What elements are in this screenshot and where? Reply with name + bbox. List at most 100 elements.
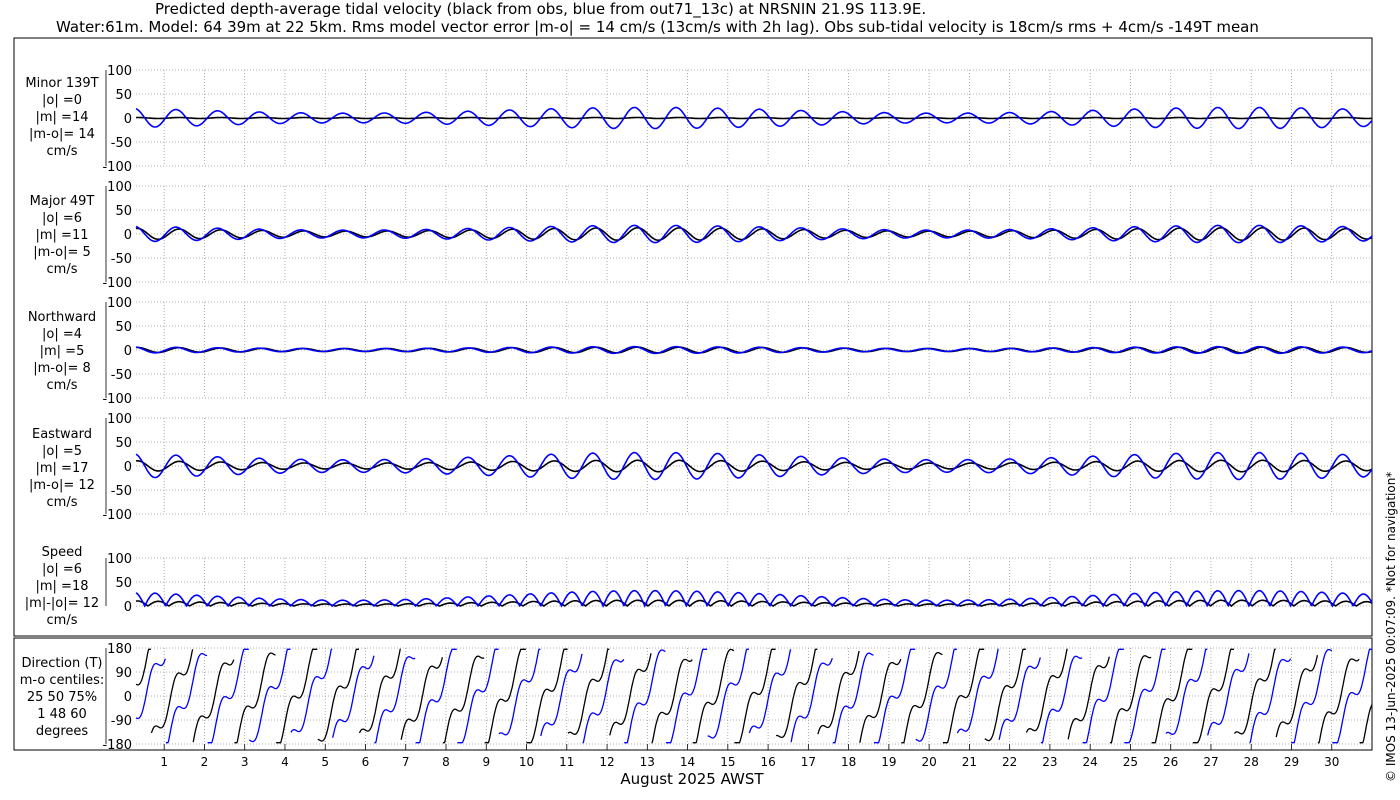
y-tick-label: 180: [107, 642, 132, 657]
upper-frame: [13, 37, 1373, 637]
major-label-line: |m| =11: [36, 228, 89, 243]
tidal-velocity-figure: -100-50050100Minor 139T|o| =0|m| =14|m-o…: [13, 37, 1373, 788]
y-tick-label: 0: [124, 112, 132, 127]
speed-label-line: Speed: [42, 545, 83, 560]
major-panel: -100 -50 0 50 100 Major 49T |o| =6 |m| =11 |m-o|…: [30, 180, 1373, 291]
northward-label-line: |m| =5: [40, 344, 85, 359]
y-tick-label: 100: [107, 296, 132, 311]
direction-panel: -180 -90 0 90 180 Direction (T) m-o centiles: 2…: [20, 642, 1373, 753]
major-label-line: cm/s: [47, 262, 78, 277]
x-tick-label: 18: [841, 755, 856, 769]
northward-label-line: cm/s: [47, 378, 78, 393]
y-tick-label: -50: [111, 484, 132, 499]
speed-label-line: |m|-|o|= 12: [25, 596, 99, 611]
northward-label-line: Northward: [28, 310, 96, 325]
direction-label-line: 1 48 60: [37, 707, 87, 722]
y-tick-label: 50: [115, 320, 132, 335]
x-axis-title: August 2025 AWST: [620, 770, 764, 788]
x-tick-label: 12: [599, 755, 614, 769]
x-tick-label: 23: [1042, 755, 1057, 769]
y-tick-label: 0: [124, 690, 132, 705]
x-tick-label: 9: [482, 755, 490, 769]
x-tick-label: 16: [760, 755, 775, 769]
direction-label-line: Direction (T): [22, 656, 103, 671]
x-tick-label: 1: [160, 755, 168, 769]
y-tick-label: -50: [111, 368, 132, 383]
x-tick-label: 14: [680, 755, 695, 769]
y-tick-label: -50: [111, 136, 132, 151]
y-tick-label: 50: [115, 576, 132, 591]
eastward-label-line: |m| =17: [36, 461, 89, 476]
y-tick-label: 100: [107, 180, 132, 195]
major-label-line: |o| =6: [42, 211, 82, 226]
direction-label-line: 25 50 75%: [27, 690, 97, 705]
y-tick-label: -180: [102, 738, 132, 753]
speed-label-line: |o| =6: [42, 562, 82, 577]
x-tick-label: 17: [801, 755, 816, 769]
x-tick-label: 4: [281, 755, 289, 769]
y-tick-label: 50: [115, 436, 132, 451]
minor-panel: -100 -50 0 50 100 Minor 139T |o| =0 |m| =14 |m-o…: [25, 64, 1373, 175]
x-tick-label: 3: [241, 755, 249, 769]
x-tick-label: 21: [962, 755, 977, 769]
eastward-label-line: |o| =5: [42, 444, 82, 459]
y-tick-label: 0: [124, 460, 132, 475]
y-tick-label: 50: [115, 88, 132, 103]
minor-label-line: |m-o|= 14: [29, 127, 95, 142]
x-tick-label: 30: [1324, 755, 1339, 769]
x-tick-label: 29: [1284, 755, 1299, 769]
y-tick-label: -100: [102, 160, 132, 175]
y-tick-label: 100: [107, 412, 132, 427]
speed-label-line: |m| =18: [36, 579, 89, 594]
x-tick-label: 28: [1244, 755, 1259, 769]
y-tick-label: -100: [102, 508, 132, 523]
minor-label-line: |o| =0: [42, 93, 82, 108]
y-tick-label: -50: [111, 252, 132, 267]
y-tick-label: 50: [115, 204, 132, 219]
minor-label-line: cm/s: [47, 144, 78, 159]
x-tick-label: 2: [201, 755, 209, 769]
speed-panel: 0 50 100 Speed |o| =6 |m| =18 |m|-|o|= 12 cm/s: [25, 545, 1373, 628]
x-tick-label: 8: [442, 755, 450, 769]
major-label-line: Major 49T: [30, 194, 95, 209]
copyright-notice: © IMOS 13-Jun-2025 00:07:09. *Not for na…: [1384, 471, 1398, 782]
northward-label-line: |o| =4: [42, 327, 82, 342]
x-tick-label: 10: [519, 755, 534, 769]
y-tick-label: -100: [102, 276, 132, 291]
x-tick-label: 25: [1123, 755, 1138, 769]
direction-label-line: degrees: [36, 724, 89, 739]
x-tick-label: 24: [1083, 755, 1098, 769]
x-tick-label: 22: [1002, 755, 1017, 769]
x-tick-label: 15: [720, 755, 735, 769]
y-tick-label: -90: [111, 714, 132, 729]
major-label-line: |m-o|= 5: [33, 245, 91, 260]
y-tick-label: -100: [102, 392, 132, 407]
x-tick-label: 19: [881, 755, 896, 769]
x-tick-label: 20: [921, 755, 936, 769]
x-tick-label: 26: [1163, 755, 1178, 769]
y-tick-label: 0: [124, 228, 132, 243]
eastward-panel: -100 -50 0 50 100 Eastward |o| =5 |m| =17 |m-o|=…: [29, 412, 1373, 523]
eastward-label-line: |m-o|= 12: [29, 478, 95, 493]
eastward-label-line: cm/s: [47, 495, 78, 510]
minor-label-line: |m| =14: [36, 110, 89, 125]
northward-panel: -100 -50 0 50 100 Northward |o| =4 |m| =5 |m-o|=…: [28, 296, 1373, 407]
x-tick-label: 7: [402, 755, 410, 769]
northward-label-line: |m-o|= 8: [33, 361, 91, 376]
y-tick-label: 0: [124, 600, 132, 615]
direction-label-line: m-o centiles:: [20, 673, 105, 688]
y-tick-label: 90: [115, 666, 132, 681]
x-axis-ticks: 1 2 3 4 5 6 7 8 9 10 11 12 13 14 15 16 17 18 19 20 21 22 23 24 2…: [160, 744, 1339, 769]
y-tick-label: 100: [107, 64, 132, 79]
x-tick-label: 6: [362, 755, 370, 769]
x-tick-label: 5: [321, 755, 329, 769]
x-tick-label: 13: [640, 755, 655, 769]
speed-label-line: cm/s: [47, 613, 78, 628]
direction-frame: [13, 637, 1373, 751]
minor-label-line: Minor 139T: [25, 76, 98, 91]
y-tick-label: 0: [124, 344, 132, 359]
eastward-label-line: Eastward: [32, 427, 92, 442]
y-tick-label: 100: [107, 552, 132, 567]
x-tick-label: 27: [1203, 755, 1218, 769]
x-tick-label: 11: [559, 755, 574, 769]
